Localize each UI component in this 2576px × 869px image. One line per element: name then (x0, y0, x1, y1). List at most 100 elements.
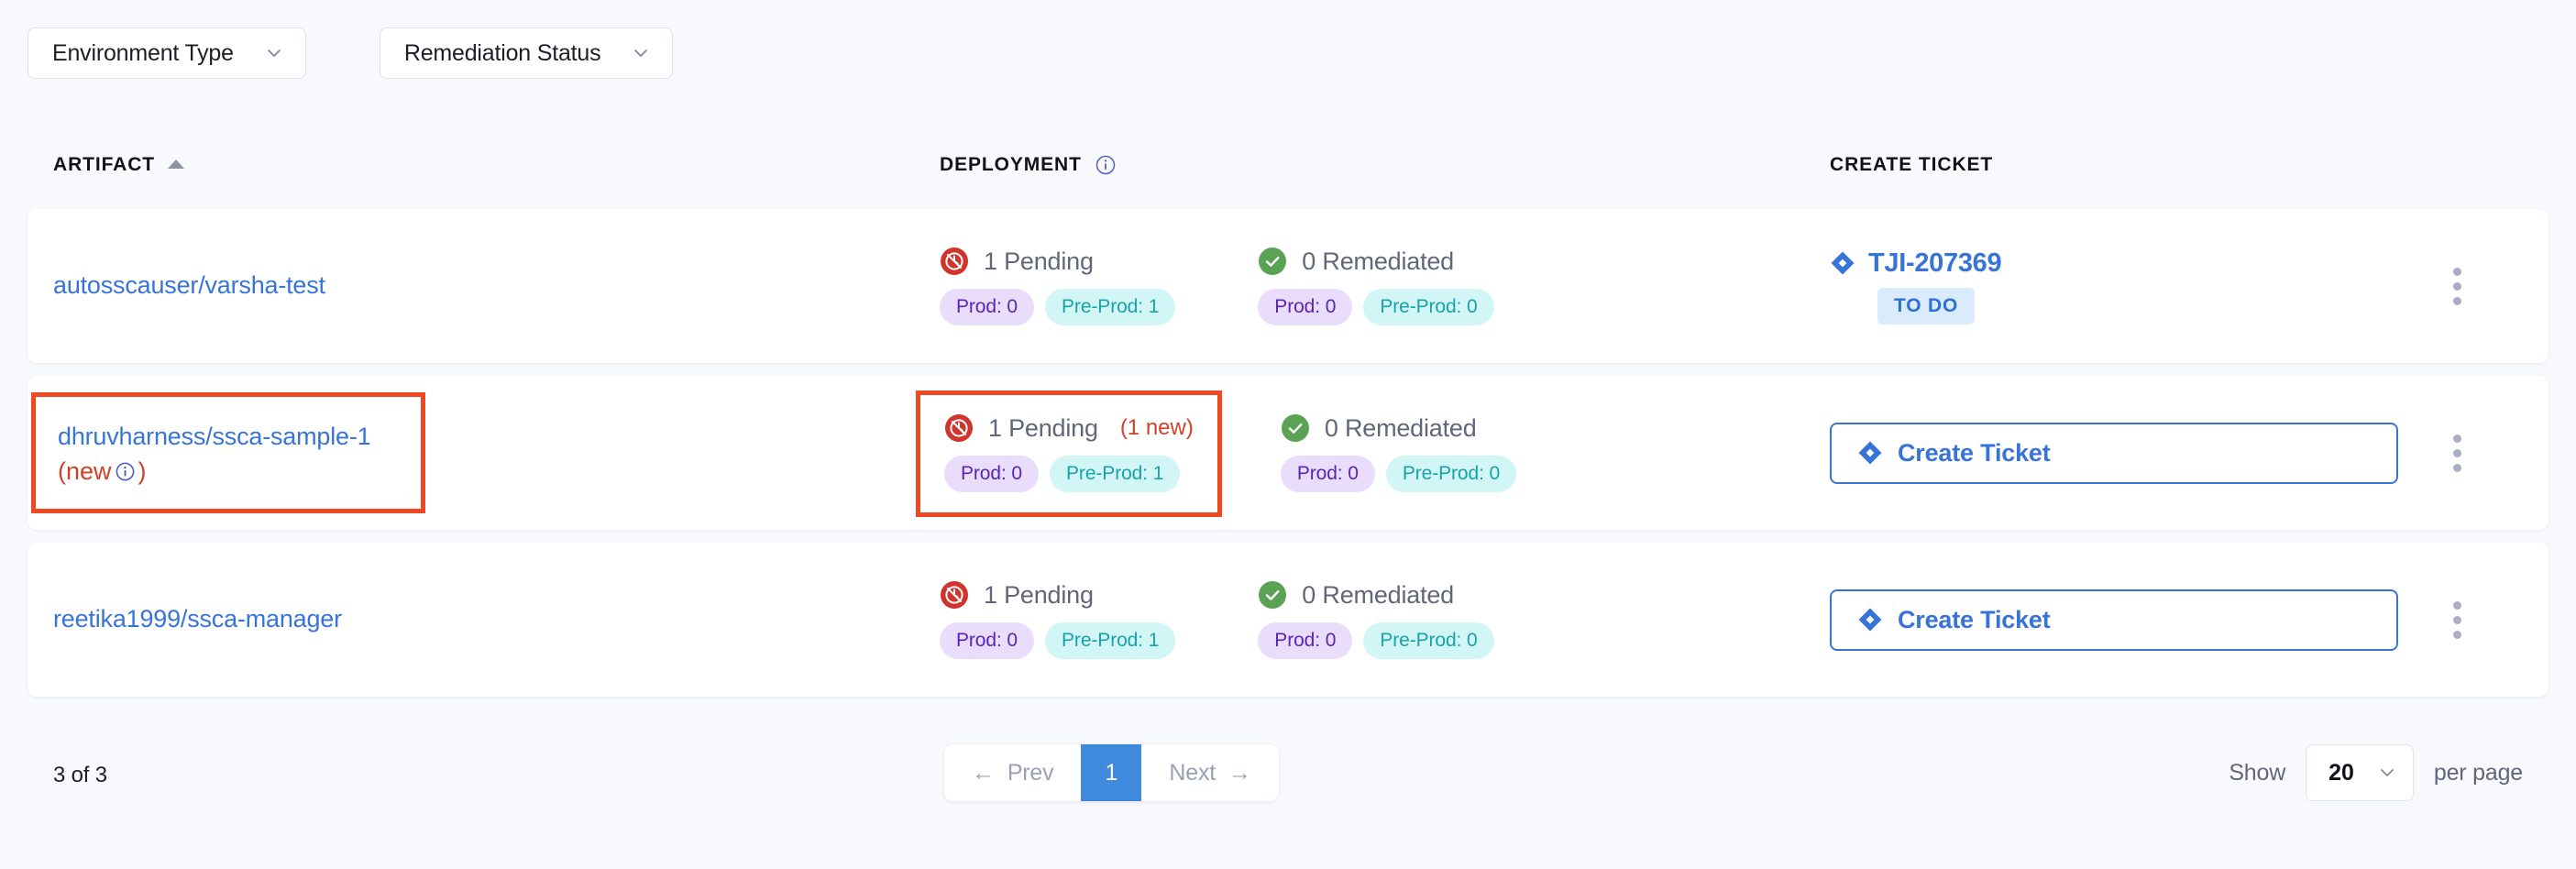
deployment-pending-head: 1 Pending (1 new) (944, 413, 1194, 443)
filter-environment-type[interactable]: Environment Type (28, 28, 306, 79)
ticket-link-wrap: TJI-207369 TO DO (1830, 248, 2398, 324)
ticket-id: TJI-207369 (1868, 248, 2002, 278)
deployment-groups: 1 Pending (1 new) Prod: 0 Pre-Prod: 1 0 … (916, 390, 1838, 517)
deployment-pending-label: 1 Pending (988, 413, 1098, 442)
deployment-groups: 1 Pending Prod: 0 Pre-Prod: 1 0 Remediat… (940, 247, 1838, 325)
deployment-remediated-chips: Prod: 0 Pre-Prod: 0 (1258, 289, 1494, 325)
column-header-deployment: DEPLOYMENT (940, 147, 1117, 183)
table-row: dhruvharness/ssca-sample-1 (new ) 1 Pend… (28, 376, 2548, 530)
deployment-remediated-head: 0 Remediated (1281, 413, 1516, 443)
chevron-down-icon (2378, 764, 2396, 782)
result-count: 3 of 3 (53, 763, 107, 787)
ticket-status-badge: TO DO (1877, 287, 1976, 324)
deployments-table-page: Environment Type Remediation Status ARTI… (0, 0, 2576, 869)
chevron-down-icon (632, 44, 650, 62)
per-page-select[interactable]: 20 (2306, 744, 2414, 801)
create-ticket-button[interactable]: Create Ticket (1830, 588, 2398, 651)
chip-prod: Prod: 0 (1258, 622, 1353, 659)
artifact-link[interactable]: reetika1999/ssca-manager (53, 603, 924, 636)
deployment-pending-group: 1 Pending (1 new) Prod: 0 Pre-Prod: 1 (916, 390, 1222, 517)
deployment-remediated-chips: Prod: 0 Pre-Prod: 0 (1258, 622, 1494, 659)
arrow-left-icon: ← (972, 759, 995, 786)
pending-timer-icon (940, 247, 969, 276)
artifact-link[interactable]: dhruvharness/ssca-sample-1 (58, 421, 399, 454)
pagination-prev-label: Prev (1007, 759, 1054, 786)
create-ticket-button[interactable]: Create Ticket (1830, 422, 2398, 484)
cell-artifact: dhruvharness/ssca-sample-1 (new ) (31, 376, 924, 530)
kebab-menu-icon[interactable] (2446, 427, 2469, 479)
deployment-pending-head: 1 Pending (940, 247, 1175, 276)
deployment-pending-label: 1 Pending (984, 580, 1094, 609)
pagination-next-label: Next (1169, 759, 1216, 786)
deployment-pending-label: 1 Pending (984, 247, 1094, 275)
deployment-remediated-label: 0 Remediated (1302, 247, 1455, 275)
per-page-control: Show 20 per page (2229, 744, 2523, 801)
chip-preprod: Pre-Prod: 1 (1050, 456, 1181, 492)
jira-icon (1857, 440, 1883, 466)
deployment-remediated-group: 0 Remediated Prod: 0 Pre-Prod: 0 (1258, 247, 1494, 325)
check-circle-icon (1281, 413, 1310, 443)
artifact-link[interactable]: autosscauser/varsha-test (53, 270, 924, 302)
deployment-groups: 1 Pending Prod: 0 Pre-Prod: 1 0 Remediat… (940, 580, 1838, 659)
deployment-remediated-group: 0 Remediated Prod: 0 Pre-Prod: 0 (1258, 580, 1494, 659)
artifact-container: reetika1999/ssca-manager (53, 603, 924, 636)
pagination-page-1[interactable]: 1 (1081, 744, 1142, 801)
cell-row-menu (2411, 376, 2503, 530)
check-circle-icon (1258, 247, 1287, 276)
pagination: ← Prev 1 Next → (944, 744, 1279, 801)
chip-preprod: Pre-Prod: 0 (1363, 289, 1494, 325)
cell-artifact: reetika1999/ssca-manager (53, 543, 924, 697)
deployment-remediated-group: 0 Remediated Prod: 0 Pre-Prod: 0 (1280, 413, 1517, 492)
deployment-pending-chips: Prod: 0 Pre-Prod: 1 (940, 622, 1176, 659)
chip-prod: Prod: 0 (940, 622, 1035, 659)
deployment-remediated-label: 0 Remediated (1302, 580, 1455, 609)
cell-row-menu (2411, 543, 2503, 697)
deployment-pending-chips: Prod: 0 Pre-Prod: 1 (940, 289, 1176, 325)
chip-prod: Prod: 0 (1258, 289, 1353, 325)
artifact-new-text: (new (58, 457, 112, 485)
kebab-menu-icon[interactable] (2446, 260, 2469, 313)
deployment-pending-head: 1 Pending (940, 580, 1175, 610)
check-circle-icon (1258, 580, 1287, 610)
filter-environment-type-label: Environment Type (52, 39, 234, 66)
cell-deployment: 1 Pending Prod: 0 Pre-Prod: 1 0 Remediat… (940, 543, 1838, 697)
chip-prod: Prod: 0 (940, 289, 1035, 325)
column-header-create-ticket: CREATE TICKET (1830, 147, 1993, 183)
pagination-prev-button[interactable]: ← Prev (944, 744, 1082, 801)
deployment-remediated-head: 0 Remediated (1258, 580, 1493, 610)
per-page-value: 20 (2328, 759, 2354, 786)
info-icon[interactable] (115, 461, 136, 482)
column-header-artifact-label: ARTIFACT (53, 154, 156, 175)
cell-create-ticket: TJI-207369 TO DO (1830, 209, 2398, 363)
sort-ascending-icon[interactable] (168, 160, 185, 169)
artifact-new-paren: ) (138, 457, 147, 485)
cell-row-menu (2411, 209, 2503, 363)
deployment-remediated-chips: Prod: 0 Pre-Prod: 0 (1280, 456, 1517, 492)
ticket-link[interactable]: TJI-207369 (1830, 248, 2002, 279)
cell-deployment: 1 Pending (1 new) Prod: 0 Pre-Prod: 1 0 … (916, 376, 1838, 530)
pagination-next-button[interactable]: Next → (1141, 744, 1279, 801)
table-footer: 3 of 3 ← Prev 1 Next → Show 20 per page (0, 724, 2576, 869)
table-column-header: ARTIFACT DEPLOYMENT CREATE TICKET (0, 147, 2576, 213)
filter-remediation-status-label: Remediation Status (403, 39, 601, 66)
arrow-right-icon: → (1228, 759, 1251, 786)
jira-icon (1857, 607, 1883, 632)
deployment-remediated-label: 0 Remediated (1324, 413, 1477, 442)
pending-timer-icon (944, 413, 974, 443)
column-header-deployment-label: DEPLOYMENT (940, 154, 1082, 175)
filter-bar: Environment Type Remediation Status (28, 28, 674, 79)
table-row: reetika1999/ssca-manager 1 Pending Prod:… (28, 543, 2548, 697)
table-body: autosscauser/varsha-test 1 Pending Prod:… (0, 209, 2576, 710)
cell-create-ticket: Create Ticket (1830, 543, 2398, 697)
filter-remediation-status[interactable]: Remediation Status (379, 28, 674, 79)
chip-preprod: Pre-Prod: 1 (1045, 622, 1176, 659)
kebab-menu-icon[interactable] (2446, 594, 2469, 646)
chip-prod: Prod: 0 (1280, 456, 1375, 492)
info-icon[interactable] (1095, 154, 1117, 176)
deployment-pending-group: 1 Pending Prod: 0 Pre-Prod: 1 (940, 580, 1176, 659)
artifact-new-tag: (new ) (58, 456, 399, 489)
artifact-container: autosscauser/varsha-test (53, 270, 924, 302)
column-header-create-ticket-label: CREATE TICKET (1830, 154, 1994, 175)
column-header-artifact[interactable]: ARTIFACT (53, 147, 185, 183)
per-page-show-label: Show (2229, 759, 2286, 786)
